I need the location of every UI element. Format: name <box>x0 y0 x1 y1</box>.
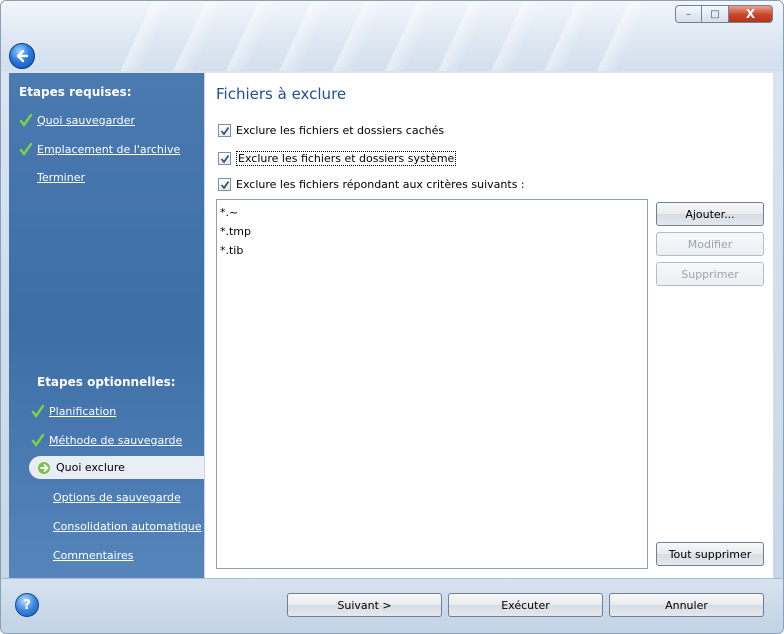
step-label: Options de sauvegarde <box>53 491 181 504</box>
step-label: Commentaires <box>53 549 134 562</box>
wizard-footer: ? Suivant > Exécuter Annuler <box>1 578 783 633</box>
window-controls: – □ X <box>675 5 773 23</box>
checkmark-icon <box>19 113 33 127</box>
step-terminer[interactable]: Terminer <box>37 171 85 184</box>
step-methode-sauvegarde[interactable]: Méthode de sauvegarde <box>31 433 182 447</box>
required-steps-heading: Etapes requises: <box>19 85 132 99</box>
checkbox-box[interactable] <box>218 152 231 165</box>
exclusion-criteria-list[interactable]: *.~ *.tmp *.tib <box>216 199 648 569</box>
minimize-button[interactable]: – <box>675 5 702 23</box>
step-label: Planification <box>49 404 117 418</box>
add-button[interactable]: Ajouter... <box>656 202 764 226</box>
list-item[interactable]: *.~ <box>220 203 644 222</box>
checkbox-label: Exclure les fichiers et dossiers système <box>236 151 457 166</box>
cancel-button[interactable]: Annuler <box>609 593 764 617</box>
step-label: Quoi exclure <box>56 461 125 474</box>
step-label: Méthode de sauvegarde <box>49 433 183 447</box>
step-options-sauvegarde[interactable]: Options de sauvegarde <box>53 491 181 504</box>
checkmark-icon <box>31 433 45 447</box>
wizard-steps-sidebar: Etapes requises: Quoi sauvegarder Emplac… <box>9 73 204 578</box>
list-item[interactable]: *.tib <box>220 241 644 260</box>
step-label: Quoi sauvegarder <box>37 113 135 127</box>
delete-button[interactable]: Supprimer <box>656 262 764 286</box>
step-quoi-exclure-current[interactable]: Quoi exclure <box>29 456 204 479</box>
checkbox-label: Exclure les fichiers et dossiers cachés <box>236 124 445 137</box>
step-consolidation-automatique[interactable]: Consolidation automatique <box>53 520 202 533</box>
check-icon <box>220 180 229 189</box>
wizard-window: – □ X Etapes requises: Quoi sauvegarder … <box>0 0 784 634</box>
checkbox-box[interactable] <box>218 178 231 191</box>
title-bar: – □ X <box>1 1 783 71</box>
execute-button[interactable]: Exécuter <box>448 593 603 617</box>
back-button[interactable] <box>9 43 35 69</box>
close-button[interactable]: X <box>729 5 773 23</box>
checkmark-icon <box>19 142 33 156</box>
help-icon[interactable]: ? <box>15 593 39 617</box>
exclude-hidden-checkbox[interactable]: Exclure les fichiers et dossiers cachés <box>218 124 444 137</box>
page-title: Fichiers à exclure <box>216 85 347 103</box>
exclude-criteria-checkbox[interactable]: Exclure les fichiers répondant aux critè… <box>218 178 525 191</box>
step-label: Terminer <box>37 171 85 184</box>
maximize-button[interactable]: □ <box>702 5 729 23</box>
back-arrow-icon <box>16 49 29 63</box>
list-item[interactable]: *.tmp <box>220 222 644 241</box>
step-emplacement-archive[interactable]: Emplacement de l'archive <box>19 142 180 156</box>
exclude-system-checkbox[interactable]: Exclure les fichiers et dossiers système <box>218 151 457 166</box>
step-label: Consolidation automatique <box>53 520 202 533</box>
next-button[interactable]: Suivant > <box>287 593 442 617</box>
current-step-arrow-icon <box>38 461 50 474</box>
checkbox-box[interactable] <box>218 124 231 137</box>
check-icon <box>220 126 229 135</box>
optional-steps-heading: Etapes optionnelles: <box>37 375 176 389</box>
checkmark-icon <box>31 404 45 418</box>
main-content: Fichiers à exclure Exclure les fichiers … <box>204 73 773 578</box>
step-label: Emplacement de l'archive <box>37 142 181 156</box>
delete-all-button[interactable]: Tout supprimer <box>656 542 764 566</box>
step-commentaires[interactable]: Commentaires <box>53 549 133 562</box>
step-planification[interactable]: Planification <box>31 404 116 418</box>
check-icon <box>220 154 229 163</box>
step-quoi-sauvegarder[interactable]: Quoi sauvegarder <box>19 113 135 127</box>
checkbox-label: Exclure les fichiers répondant aux critè… <box>236 178 525 191</box>
modify-button[interactable]: Modifier <box>656 232 764 256</box>
